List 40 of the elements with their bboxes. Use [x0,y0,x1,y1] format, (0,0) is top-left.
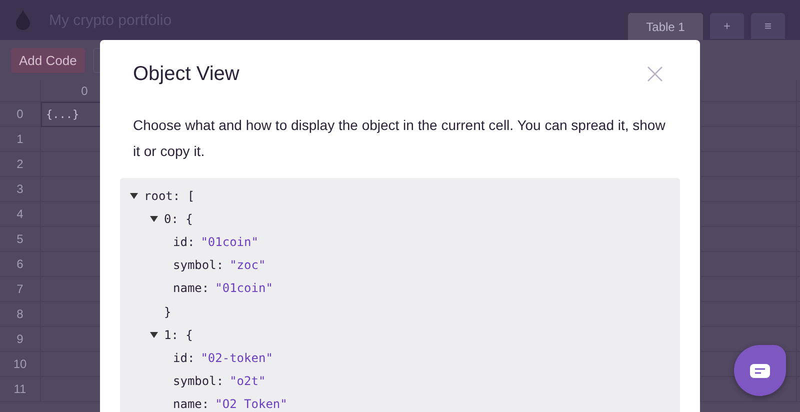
property-key: name: [173,281,210,296]
property-value: "zoc" [230,258,266,272]
property-value: "01coin" [200,234,258,249]
row-number: 4 [0,202,41,227]
property-key: name: [173,397,210,412]
chat-button[interactable] [734,345,786,396]
modal-title: Object View [133,62,240,86]
expand-toggle-icon[interactable] [150,332,158,338]
chat-bubble-icon [750,364,770,378]
row-number: 11 [0,377,41,402]
modal-description: Choose what and how to display the object in the current cell. You can spread it, show it or copy it. [133,116,666,161]
drop-logo-icon [16,10,30,30]
property-key: symbol: [173,374,224,388]
row-number: 5 [0,227,41,252]
expand-toggle-icon[interactable] [130,192,138,199]
property-key: id: [173,350,195,365]
row-number: 8 [0,302,41,327]
row-number: 3 [0,177,41,202]
row-number: 7 [0,277,41,302]
row-number: 2 [0,152,41,177]
property-key: symbol: [173,258,224,272]
add-code-button[interactable]: Add Code [11,48,85,72]
table-tab[interactable]: + [710,13,744,39]
tree-node-label: root: [ [144,188,195,203]
tree-node-label: 1: { [164,328,193,342]
closing-bracket: } [164,304,172,319]
property-value: "01coin" [215,281,273,296]
property-value: "o2t" [230,374,266,388]
expand-toggle-icon[interactable] [150,216,158,222]
row-number: 0 [0,102,41,127]
property-value: "O2 Token" [215,397,288,412]
tree-node-label: 0: { [164,212,193,226]
row-number: 9 [0,327,41,352]
table-tab[interactable]: ≡ [751,13,785,39]
property-value: "02-token" [200,350,273,365]
property-key: id: [173,234,195,249]
table-tab[interactable]: Table 1 [628,13,703,40]
row-number: 6 [0,252,41,277]
row-number: 1 [0,127,41,152]
row-number: 10 [0,352,41,377]
